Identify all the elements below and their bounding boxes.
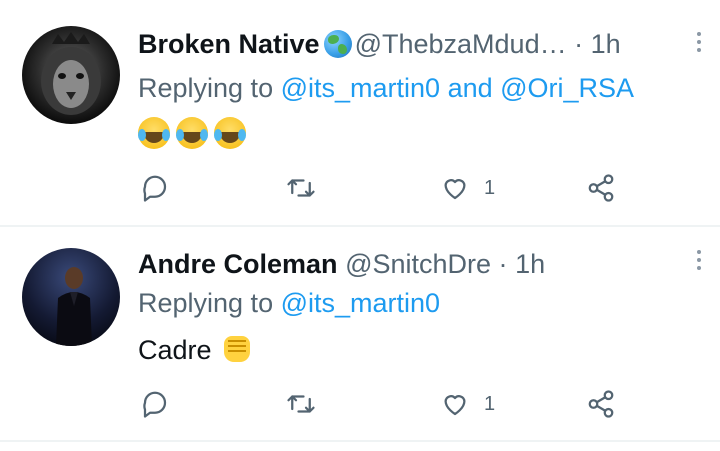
replying-to: Replying to @its_martin0 <box>138 285 440 321</box>
user-handle[interactable]: @SnitchDre <box>345 249 491 279</box>
action-bar: 1 <box>0 386 720 426</box>
retweet-icon <box>287 179 315 197</box>
divider <box>0 440 720 442</box>
display-name[interactable]: Andre Coleman <box>138 249 338 279</box>
separator-dot: · <box>498 249 508 279</box>
share-icon <box>588 390 614 418</box>
reply-icon <box>143 391 167 418</box>
mention-link[interactable]: @Ori_RSA <box>500 73 634 103</box>
tweet-text: Cadre <box>138 335 212 365</box>
retweet-button[interactable] <box>286 170 316 206</box>
tweet-body: Cadre <box>138 330 254 370</box>
tweet[interactable]: Andre Coleman @SnitchDre · 1h Replying t… <box>0 226 720 441</box>
timestamp[interactable]: 1h <box>591 29 621 59</box>
share-button[interactable] <box>586 170 616 206</box>
heart-icon <box>444 179 466 200</box>
person-avatar-image <box>56 267 92 346</box>
mention-link[interactable]: @its_martin0 <box>281 288 440 318</box>
lion-avatar-image <box>41 32 101 115</box>
avatar[interactable] <box>22 248 120 346</box>
like-button[interactable]: 1 <box>440 386 495 422</box>
separator-dot: · <box>574 29 584 59</box>
mention-link[interactable]: @its_martin0 <box>281 73 440 103</box>
reply-button[interactable] <box>140 386 170 422</box>
tweet-header: Andre Coleman @SnitchDre · 1h <box>138 246 545 282</box>
face-with-tears-of-joy-emoji-icon <box>138 117 170 149</box>
display-name[interactable]: Broken Native <box>138 29 320 59</box>
raised-fist-emoji-icon <box>220 332 254 366</box>
retweet-icon <box>287 395 315 413</box>
reply-button[interactable] <box>140 170 170 206</box>
retweet-button[interactable] <box>286 386 316 422</box>
tweet[interactable]: Broken Native @ThebzaMdud… · 1h Replying … <box>0 0 720 226</box>
tweet-header: Broken Native @ThebzaMdud… · 1h <box>138 26 621 62</box>
share-icon <box>588 174 614 202</box>
timestamp[interactable]: 1h <box>515 249 545 279</box>
replying-to-label: Replying to <box>138 288 281 318</box>
more-options-icon[interactable] <box>696 250 702 274</box>
like-count: 1 <box>484 392 496 415</box>
mention-conjunction: and <box>440 73 501 103</box>
face-with-tears-of-joy-emoji-icon <box>176 117 208 149</box>
like-button[interactable]: 1 <box>440 170 495 206</box>
user-handle[interactable]: @ThebzaMdud… <box>355 29 567 59</box>
face-with-tears-of-joy-emoji-icon <box>214 117 246 149</box>
avatar[interactable] <box>22 26 120 124</box>
tweet-body <box>138 114 252 154</box>
replying-to: Replying to @its_martin0 and @Ori_RSA <box>138 70 634 106</box>
globe-emoji-icon <box>323 30 352 58</box>
action-bar: 1 <box>0 170 720 210</box>
share-button[interactable] <box>586 386 616 422</box>
more-options-icon[interactable] <box>696 32 702 56</box>
like-count: 1 <box>484 176 496 199</box>
replying-to-label: Replying to <box>138 73 281 103</box>
reply-icon <box>143 175 167 202</box>
heart-icon <box>444 395 466 416</box>
